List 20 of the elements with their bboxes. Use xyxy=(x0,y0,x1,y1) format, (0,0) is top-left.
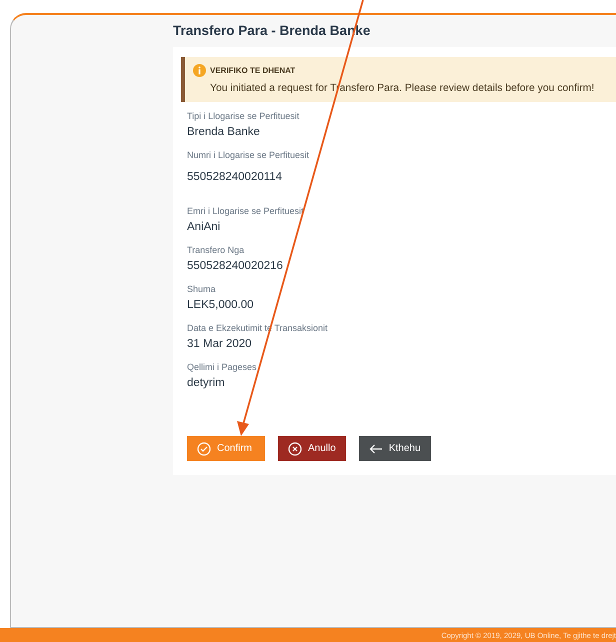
info-icon xyxy=(193,64,206,77)
field-value: 31 Mar 2020 xyxy=(187,337,252,352)
field-label: Transfero Nga xyxy=(187,244,246,256)
field-value: LEK5,000.00 xyxy=(187,298,254,313)
field-label: Tipi i Llogarise se Perfituesit xyxy=(187,110,300,122)
field-label: Numri i Llogarise se Perfituesit xyxy=(187,149,310,161)
field-label: Qellimi i Pageses xyxy=(187,361,258,373)
field-value: detyrim xyxy=(187,376,225,391)
x-circle-icon xyxy=(288,442,302,456)
alert-title: VERIFIKO TE DHENAT xyxy=(210,66,296,75)
field-value: Brenda Banke xyxy=(187,125,260,140)
check-circle-icon xyxy=(197,442,211,456)
field-value: 550528240020216 xyxy=(187,259,283,274)
back-button[interactable]: Kthehu xyxy=(358,436,431,461)
field-label: Emri i Llogarise se Perfituesit xyxy=(187,205,305,217)
field-value: 550528240020114 xyxy=(187,170,282,185)
field-label: Shuma xyxy=(187,283,217,295)
cancel-button[interactable]: Anullo xyxy=(278,436,346,461)
field-value: AniAni xyxy=(187,220,220,235)
left-arrow-icon xyxy=(368,444,383,454)
